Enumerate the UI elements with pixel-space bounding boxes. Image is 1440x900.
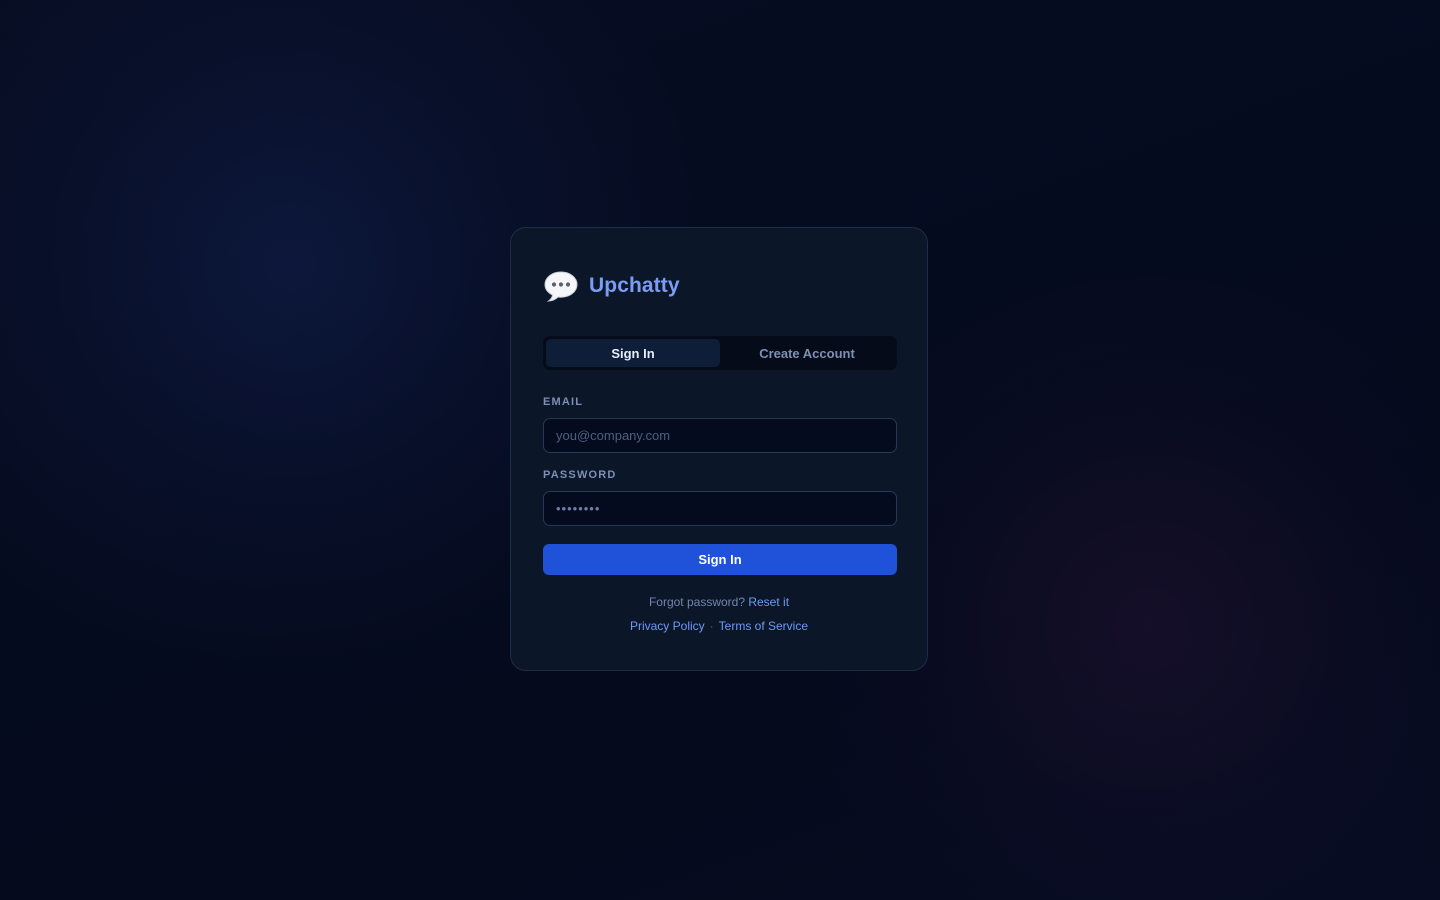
brand: Upchatty bbox=[543, 268, 680, 304]
legal-links: Privacy Policy · Terms of Service bbox=[511, 619, 927, 633]
terms-of-service-link[interactable]: Terms of Service bbox=[719, 619, 808, 633]
speech-bubble-icon bbox=[544, 271, 578, 302]
email-field[interactable] bbox=[543, 418, 897, 453]
forgot-password-row: Forgot password? Reset it bbox=[511, 595, 927, 609]
email-label: EMAIL bbox=[543, 396, 584, 408]
forgot-password-text: Forgot password? bbox=[648, 595, 749, 609]
tab-create-account[interactable]: Create Account bbox=[720, 339, 894, 367]
password-field[interactable] bbox=[543, 491, 897, 526]
reset-password-link[interactable]: Reset it bbox=[748, 595, 789, 609]
sign-in-button[interactable]: Sign In bbox=[543, 544, 897, 575]
brand-name: Upchatty bbox=[589, 274, 680, 297]
sign-in-card: Upchatty Sign In Create Account EMAIL PA… bbox=[510, 227, 928, 671]
tab-sign-in[interactable]: Sign In bbox=[546, 339, 720, 367]
password-label: PASSWORD bbox=[543, 469, 617, 481]
privacy-policy-link[interactable]: Privacy Policy bbox=[630, 619, 705, 633]
auth-tabs: Sign In Create Account bbox=[543, 336, 897, 370]
legal-separator: · bbox=[709, 619, 714, 633]
